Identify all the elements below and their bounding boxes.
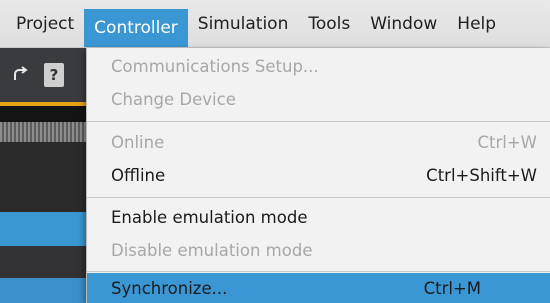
redo-icon[interactable] <box>10 64 30 87</box>
menu-separator <box>87 271 550 272</box>
side-panel <box>0 142 86 212</box>
menu-help[interactable]: Help <box>447 0 506 48</box>
menubar: Project Controller Simulation Tools Wind… <box>0 0 550 48</box>
menu-item-shortcut: Ctrl+W <box>477 133 538 152</box>
dark-band <box>0 106 86 122</box>
menu-item-communications-setup[interactable]: Communications Setup... <box>87 50 550 83</box>
menu-item-label: Disable emulation mode <box>111 241 313 260</box>
menu-item-label: Communications Setup... <box>111 57 319 76</box>
menu-item-shortcut: Ctrl+Shift+W <box>426 166 537 185</box>
background-app: ? <box>0 48 86 303</box>
menu-project[interactable]: Project <box>6 0 84 48</box>
menu-item-label: Online <box>111 133 165 152</box>
menu-item-label: Change Device <box>111 90 236 109</box>
menu-separator <box>87 121 550 122</box>
menu-item-enable-emulation[interactable]: Enable emulation mode <box>87 201 550 234</box>
selected-row[interactable] <box>0 212 86 246</box>
menu-item-disable-emulation[interactable]: Disable emulation mode <box>87 234 550 267</box>
menu-item-label: Enable emulation mode <box>111 208 308 227</box>
textured-strip <box>0 122 86 142</box>
menu-item-change-device[interactable]: Change Device <box>87 83 550 116</box>
menu-item-synchronize[interactable]: Synchronize... Ctrl+M <box>87 273 550 303</box>
menu-item-shortcut: Ctrl+M <box>423 278 481 298</box>
menu-simulation[interactable]: Simulation <box>188 0 299 48</box>
help-icon[interactable]: ? <box>44 63 64 87</box>
highlighted-strip[interactable] <box>0 278 86 303</box>
menu-window[interactable]: Window <box>360 0 447 48</box>
menu-item-offline[interactable]: Offline Ctrl+Shift+W <box>87 159 550 192</box>
menu-separator <box>87 197 550 198</box>
toolbar: ? <box>0 48 86 102</box>
controller-dropdown-menu: Communications Setup... Change Device On… <box>86 48 550 303</box>
menu-item-label: Synchronize... <box>111 278 228 298</box>
menu-item-online[interactable]: Online Ctrl+W <box>87 126 550 159</box>
menu-tools[interactable]: Tools <box>298 0 360 48</box>
menu-controller[interactable]: Controller <box>84 9 188 47</box>
menu-item-label: Offline <box>111 166 166 185</box>
